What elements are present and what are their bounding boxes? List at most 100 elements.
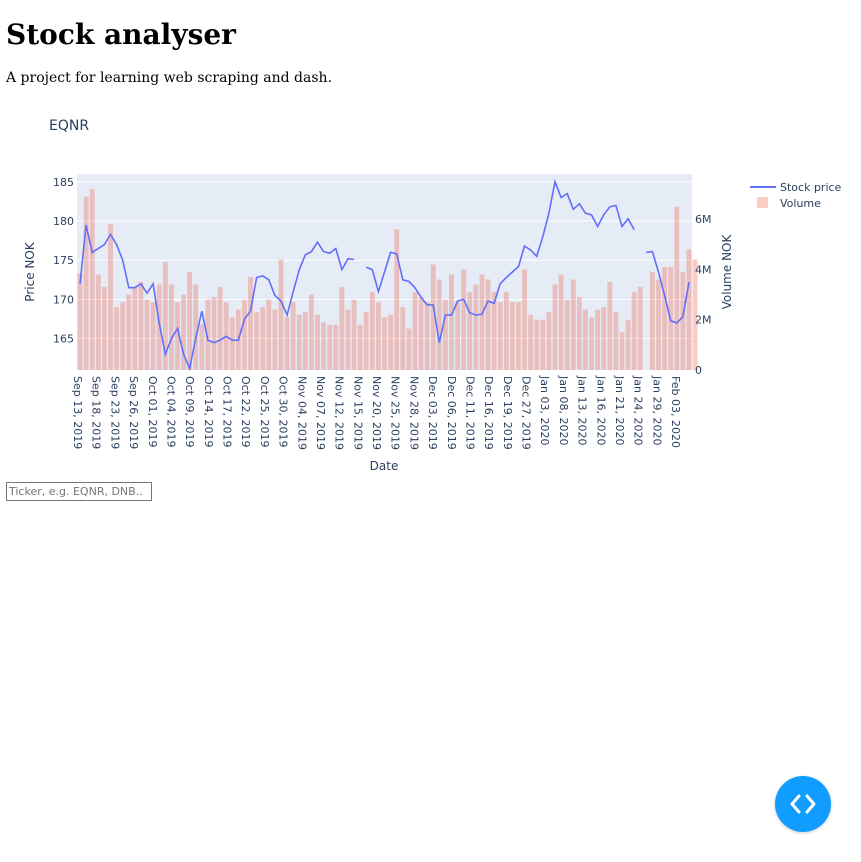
volume-bar[interactable] xyxy=(576,297,582,370)
volume-bar[interactable] xyxy=(625,319,631,370)
volume-bar[interactable] xyxy=(564,299,570,370)
legend[interactable]: Stock price Volume xyxy=(750,181,842,210)
volume-bar[interactable] xyxy=(254,312,260,370)
volume-bar[interactable] xyxy=(150,302,156,370)
volume-bar[interactable] xyxy=(308,294,314,370)
y-tick-label: 175 xyxy=(53,254,74,267)
volume-bar[interactable] xyxy=(296,314,302,370)
volume-bar[interactable] xyxy=(345,309,351,370)
volume-bar[interactable] xyxy=(114,307,120,370)
volume-bar[interactable] xyxy=(369,292,375,370)
volume-bar[interactable] xyxy=(412,292,418,370)
legend-item-volume[interactable]: Volume xyxy=(757,197,821,210)
volume-bar[interactable] xyxy=(83,196,89,370)
volume-bar[interactable] xyxy=(394,229,400,370)
volume-bar[interactable] xyxy=(187,272,193,370)
volume-bar[interactable] xyxy=(217,287,223,370)
volume-bar[interactable] xyxy=(522,269,527,370)
volume-bar[interactable] xyxy=(674,206,680,370)
volume-bar[interactable] xyxy=(120,302,126,370)
volume-bar[interactable] xyxy=(662,266,668,370)
volume-bar[interactable] xyxy=(242,299,247,370)
volume-bar[interactable] xyxy=(375,302,381,370)
volume-bar[interactable] xyxy=(284,317,290,370)
volume-bar[interactable] xyxy=(77,273,83,370)
volume-bar[interactable] xyxy=(388,314,394,370)
volume-bar[interactable] xyxy=(315,314,320,370)
volume-bar[interactable] xyxy=(473,284,479,370)
volume-bar[interactable] xyxy=(290,302,296,370)
volume-bar[interactable] xyxy=(363,312,369,370)
volume-bar[interactable] xyxy=(333,324,339,370)
volume-bar[interactable] xyxy=(497,302,503,370)
volume-bar[interactable] xyxy=(406,328,412,370)
x-tick-label: Jan 21, 2020 xyxy=(613,375,626,445)
volume-bar[interactable] xyxy=(144,299,150,370)
volume-bar[interactable] xyxy=(339,287,345,370)
volume-bar[interactable] xyxy=(357,324,363,370)
volume-bar[interactable] xyxy=(686,249,692,370)
volume-bar[interactable] xyxy=(613,312,619,370)
volume-bar[interactable] xyxy=(266,299,272,370)
volume-bar[interactable] xyxy=(302,312,308,370)
volume-bar[interactable] xyxy=(534,319,540,370)
volume-bar[interactable] xyxy=(558,274,564,370)
volume-bar[interactable] xyxy=(442,299,448,370)
volume-bar[interactable] xyxy=(418,297,424,370)
volume-bar[interactable] xyxy=(528,314,534,370)
devtools-button[interactable] xyxy=(775,776,831,832)
volume-bar[interactable] xyxy=(351,299,357,370)
volume-bar[interactable] xyxy=(424,302,430,370)
volume-bar[interactable] xyxy=(199,324,205,370)
volume-bar[interactable] xyxy=(583,309,588,370)
volume-bar[interactable] xyxy=(101,287,107,370)
volume-bar[interactable] xyxy=(321,322,327,370)
volume-bar[interactable] xyxy=(479,274,485,370)
volume-bar[interactable] xyxy=(89,189,95,370)
volume-bar[interactable] xyxy=(95,274,101,370)
volume-bar[interactable] xyxy=(461,269,467,370)
volume-bar[interactable] xyxy=(400,307,406,370)
volume-bar[interactable] xyxy=(467,292,473,370)
volume-bar[interactable] xyxy=(436,279,442,370)
volume-bar[interactable] xyxy=(248,277,253,370)
volume-bar[interactable] xyxy=(570,279,576,370)
volume-bar[interactable] xyxy=(656,279,661,370)
volume-bar[interactable] xyxy=(631,292,637,370)
volume-bar[interactable] xyxy=(649,272,655,370)
volume-bar[interactable] xyxy=(229,317,235,370)
volume-bar[interactable] xyxy=(449,274,454,370)
volume-bar[interactable] xyxy=(278,259,284,370)
volume-bar[interactable] xyxy=(509,302,515,370)
volume-bar[interactable] xyxy=(132,287,138,370)
volume-bar[interactable] xyxy=(156,284,162,370)
legend-item-stock-price[interactable]: Stock price xyxy=(750,181,842,194)
volume-bar[interactable] xyxy=(552,284,558,370)
volume-bar[interactable] xyxy=(637,287,643,370)
volume-bar[interactable] xyxy=(589,317,594,370)
chart-svg[interactable]: EQNR 165 170 175 180 185 0 2M 4M 6M Sep 13, 201… xyxy=(0,100,861,480)
ticker-input[interactable] xyxy=(6,482,152,501)
volume-bar[interactable] xyxy=(619,332,625,370)
volume-bar[interactable] xyxy=(126,294,132,370)
volume-bar[interactable] xyxy=(211,297,217,370)
stock-chart[interactable]: EQNR 165 170 175 180 185 0 2M 4M 6M Sep 13, 201… xyxy=(0,100,861,480)
volume-bar[interactable] xyxy=(607,282,613,370)
volume-bar[interactable] xyxy=(680,272,686,370)
x-tick-label: Oct 14, 2019 xyxy=(202,376,215,448)
volume-bar[interactable] xyxy=(382,317,387,370)
volume-bar[interactable] xyxy=(108,224,113,370)
volume-bar[interactable] xyxy=(272,309,278,370)
volume-bar[interactable] xyxy=(601,307,607,370)
volume-bar[interactable] xyxy=(260,307,266,370)
volume-bar[interactable] xyxy=(327,324,333,370)
volume-bar[interactable] xyxy=(485,279,491,370)
volume-bar[interactable] xyxy=(503,292,509,370)
volume-bar[interactable] xyxy=(168,284,174,370)
volume-bar[interactable] xyxy=(595,309,601,370)
volume-bar[interactable] xyxy=(138,282,144,370)
volume-bar[interactable] xyxy=(455,302,461,370)
volume-bar[interactable] xyxy=(546,312,552,370)
volume-bar[interactable] xyxy=(516,302,521,370)
volume-bar[interactable] xyxy=(540,319,546,370)
